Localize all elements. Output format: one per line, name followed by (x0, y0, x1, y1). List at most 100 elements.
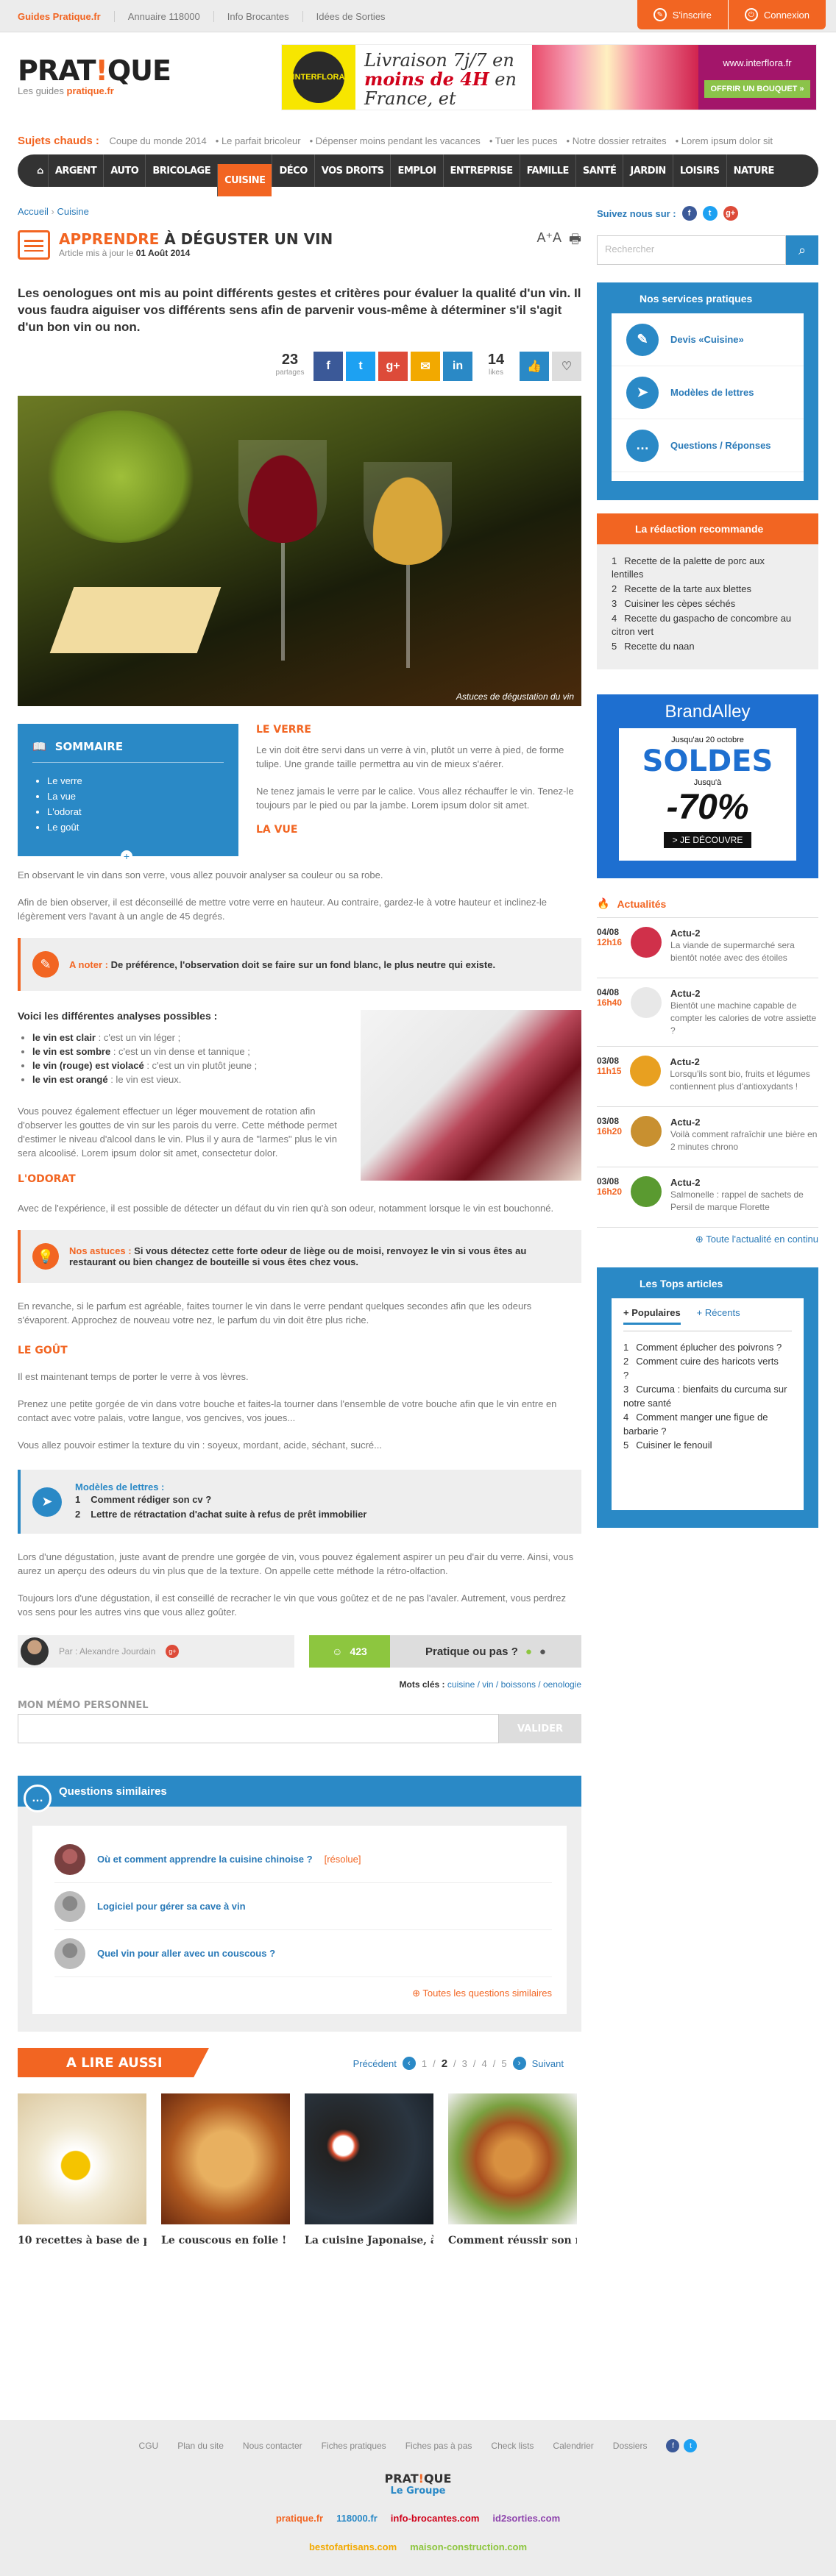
linkedin-icon[interactable]: in (443, 352, 472, 381)
hot-topic[interactable]: Tuer les puces (495, 135, 558, 146)
chevron-right-icon[interactable]: › (512, 2057, 526, 2070)
article-card[interactable]: 10 recettes à base de pâtes (18, 2093, 146, 2246)
editor-pick[interactable]: 5 Recette du naan (612, 640, 804, 653)
news-item[interactable]: 04/08 12h16 Actu-2 La viande de supermarché… (597, 917, 818, 978)
news-item[interactable]: 03/08 16h20 Actu-2 Voilà comment rafraîchir… (597, 1106, 818, 1167)
footer-link[interactable]: Dossiers (613, 2441, 648, 2451)
search-icon[interactable]: ⌕ (786, 235, 818, 265)
nav-item[interactable]: ARGENT (47, 154, 103, 187)
toc-item[interactable]: L'odorat (47, 804, 224, 819)
search-input[interactable]: Rechercher (597, 235, 786, 265)
breadcrumb-cuisine[interactable]: Cuisine (57, 206, 89, 217)
footer-link[interactable]: Check lists (491, 2441, 534, 2451)
thumbs-up-icon[interactable]: ● (525, 1645, 532, 1658)
page-number-current[interactable]: 2 (442, 2057, 447, 2070)
group-site[interactable]: info-brocantes.com (391, 2513, 480, 2524)
top-article[interactable]: 2 Comment cuire des haricots verts ? (623, 1354, 792, 1382)
letter-link[interactable]: 2 Lettre de rétractation d'achat suite à … (75, 1507, 377, 1522)
nav-item[interactable]: NATURE (726, 154, 781, 187)
hot-topic[interactable]: Dépenser moins pendant les vacances (316, 135, 481, 146)
email-icon[interactable]: ✉ (411, 352, 440, 381)
group-site[interactable]: 118000.fr (336, 2513, 378, 2524)
all-questions-link[interactable]: ⊕ Toutes les questions similaires (54, 1988, 552, 1999)
page-number[interactable]: 1 (422, 2058, 427, 2069)
author-name[interactable]: Par : Alexandre Jourdain (59, 1646, 155, 1657)
toc-item[interactable]: Le verre (47, 773, 224, 789)
twitter-icon[interactable]: t (346, 352, 375, 381)
nav-item[interactable]: DÉCO (272, 154, 314, 187)
article-card[interactable]: La cuisine Japonaise, à découvrir (305, 2093, 433, 2246)
question-item[interactable]: Où et comment apprendre la cuisine chino… (54, 1836, 552, 1883)
ad-cta[interactable]: OFFRIR UN BOUQUET » (704, 79, 810, 98)
twitter-icon[interactable]: t (702, 206, 718, 221)
chevron-left-icon[interactable]: ‹ (402, 2057, 416, 2070)
service-item[interactable]: … Questions / Réponses (612, 419, 804, 472)
facebook-icon[interactable]: f (681, 206, 697, 221)
nav-item[interactable]: BRICOLAGE (145, 154, 217, 187)
ad-cta[interactable]: > JE DÉCOUVRE (663, 832, 752, 848)
page-number[interactable]: 4 (482, 2058, 487, 2069)
hot-topic[interactable]: Coupe du monde 2014 (109, 135, 206, 146)
network-link[interactable]: Guides Pratique.fr (18, 10, 115, 22)
footer-link[interactable]: Fiches pas à pas (405, 2441, 472, 2451)
footer-logo[interactable]: PRAT!QUE Le Groupe (0, 2472, 836, 2497)
font-size-icon[interactable]: A⁺A (536, 230, 562, 252)
keywords-list[interactable]: cuisine / vin / boissons / oenologie (447, 1679, 581, 1690)
news-item[interactable]: 03/08 16h20 Actu-2 Salmonelle : rappel de s… (597, 1167, 818, 1227)
twitter-icon[interactable]: t (684, 2439, 698, 2452)
prev-link[interactable]: Précédent (353, 2058, 397, 2069)
footer-link[interactable]: Nous contacter (243, 2441, 302, 2451)
toc-item[interactable]: Le goût (47, 819, 224, 835)
breadcrumb-home[interactable]: Accueil (18, 206, 49, 217)
print-icon[interactable]: 🖶 (569, 230, 581, 252)
nav-item[interactable]: VOS DROITS (314, 154, 391, 187)
votes-button[interactable]: ☺ 423 (309, 1635, 390, 1668)
footer-link[interactable]: Plan du site (177, 2441, 224, 2451)
footer-link[interactable]: CGU (139, 2441, 159, 2451)
login-button[interactable]: ⏻ Connexion (727, 0, 826, 29)
next-link[interactable]: Suivant (532, 2058, 564, 2069)
article-card[interactable]: Le couscous en folie ! (161, 2093, 290, 2246)
signup-button[interactable]: ✎ S'inscrire (637, 0, 728, 29)
nav-item[interactable]: LOISIRS (672, 154, 726, 187)
page-number[interactable]: 5 (501, 2058, 506, 2069)
editor-pick[interactable]: 3 Cuisiner les cèpes séchés (612, 597, 804, 611)
network-link[interactable]: Idées de Sorties (303, 11, 399, 22)
all-news-link[interactable]: ⊕ Toute l'actualité en continu (597, 1227, 818, 1245)
service-item[interactable]: ➤ Modèles de lettres (612, 366, 804, 419)
top-article[interactable]: 5 Cuisiner le fenouil (623, 1438, 792, 1452)
nav-item[interactable]: AUTO (103, 154, 145, 187)
nav-item[interactable]: SANTÉ (575, 154, 623, 187)
group-site[interactable]: id2sorties.com (492, 2513, 560, 2524)
thumbs-down-icon[interactable]: ● (539, 1645, 546, 1658)
hot-topic[interactable]: Le parfait bricoleur (222, 135, 301, 146)
footer-link[interactable]: Calendrier (553, 2441, 593, 2451)
home-icon[interactable]: ⌂ (32, 154, 48, 187)
group-site[interactable]: maison-construction.com (410, 2541, 527, 2552)
top-article[interactable]: 4 Comment manger une figue de barbarie ? (623, 1410, 792, 1438)
memo-submit-button[interactable]: VALIDER (499, 1714, 581, 1743)
facebook-icon[interactable]: f (314, 352, 343, 381)
news-item[interactable]: 04/08 16h40 Actu-2 Bientôt une machine capa… (597, 978, 818, 1046)
news-item[interactable]: 03/08 11h15 Actu-2 Lorsqu'ils sont bio, fru… (597, 1046, 818, 1106)
article-card[interactable]: Comment réussir son risotto (448, 2093, 577, 2246)
question-item[interactable]: Quel vin pour aller avec un couscous ? (54, 1930, 552, 1977)
nav-item[interactable]: ENTREPRISE (442, 154, 520, 187)
facebook-icon[interactable]: f (666, 2439, 680, 2452)
network-link[interactable]: Info Brocantes (214, 10, 303, 22)
heart-icon[interactable]: ♡ (552, 352, 581, 381)
network-link[interactable]: Annuaire 118000 (115, 10, 214, 22)
hot-topic[interactable]: Notre dossier retraites (573, 135, 667, 146)
google-plus-icon[interactable]: g+ (378, 352, 408, 381)
sidebar-ad[interactable]: BrandAlley Jusqu'au 20 octobre SOLDES Ju… (597, 694, 818, 878)
question-item[interactable]: Logiciel pour gérer sa cave à vin (54, 1883, 552, 1930)
banner-ad[interactable]: INTERFLORA Livraison 7j/7 en moins de 4H… (281, 44, 817, 110)
footer-link[interactable]: Fiches pratiques (322, 2441, 386, 2451)
service-item[interactable]: ✎ Devis «Cuisine» (612, 313, 804, 366)
nav-item-active[interactable]: CUISINE (217, 164, 272, 196)
thumbs-up-icon[interactable]: 👍 (520, 352, 549, 381)
nav-item[interactable]: JARDIN (623, 154, 672, 187)
editor-pick[interactable]: 1 Recette de la palette de porc aux lenti… (612, 555, 804, 581)
tab-popular[interactable]: + Populaires (623, 1307, 681, 1325)
letter-link[interactable]: 1 Comment rédiger son cv ? (75, 1492, 377, 1507)
